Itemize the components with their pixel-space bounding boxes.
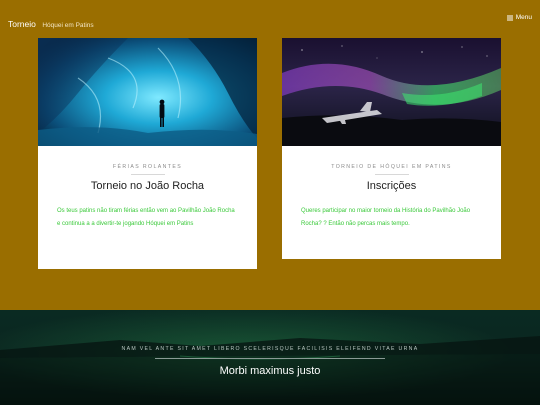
post-image-ice-cave[interactable] (38, 38, 257, 146)
post-image-aurora[interactable] (282, 38, 501, 146)
post-card-body: TORNEIO DE HÓQUEI EM PATINS Inscrições Q… (282, 146, 501, 230)
hamburger-icon (506, 15, 513, 20)
post-divider (130, 174, 165, 175)
site-header: Torneio Hóquei em Patins Menu (0, 0, 540, 38)
post-category[interactable]: TORNEIO DE HÓQUEI EM PATINS (301, 164, 482, 170)
menu-label: Menu (515, 14, 532, 21)
post-title[interactable]: Torneio no João Rocha (57, 180, 238, 192)
hero-divider (155, 358, 385, 359)
post-title[interactable]: Inscrições (301, 180, 482, 192)
post-card-body: FÉRIAS ROLANTES Torneio no João Rocha Os… (38, 146, 257, 230)
site-tagline: Hóquei em Patins (42, 22, 94, 29)
site-branding[interactable]: Torneio Hóquei em Patins (8, 14, 94, 32)
post-excerpt: Os teus patins não tiram férias então ve… (57, 208, 235, 227)
site-title[interactable]: Torneio (8, 19, 36, 29)
hero-kicker: NAM VEL ANTE SIT AMET LIBERO SCELERISQUE… (121, 346, 419, 352)
post-card[interactable]: FÉRIAS ROLANTES Torneio no João Rocha Os… (38, 38, 257, 269)
hero-title[interactable]: Morbi maximus justo (0, 365, 540, 377)
post-category[interactable]: FÉRIAS ROLANTES (57, 164, 238, 170)
post-excerpt: Queres participar no maior torneio da Hi… (301, 208, 471, 227)
featured-hero[interactable]: NAM VEL ANTE SIT AMET LIBERO SCELERISQUE… (0, 310, 540, 405)
post-divider (374, 174, 409, 175)
menu-button[interactable]: Menu (506, 14, 532, 21)
post-card[interactable]: TORNEIO DE HÓQUEI EM PATINS Inscrições Q… (282, 38, 501, 259)
